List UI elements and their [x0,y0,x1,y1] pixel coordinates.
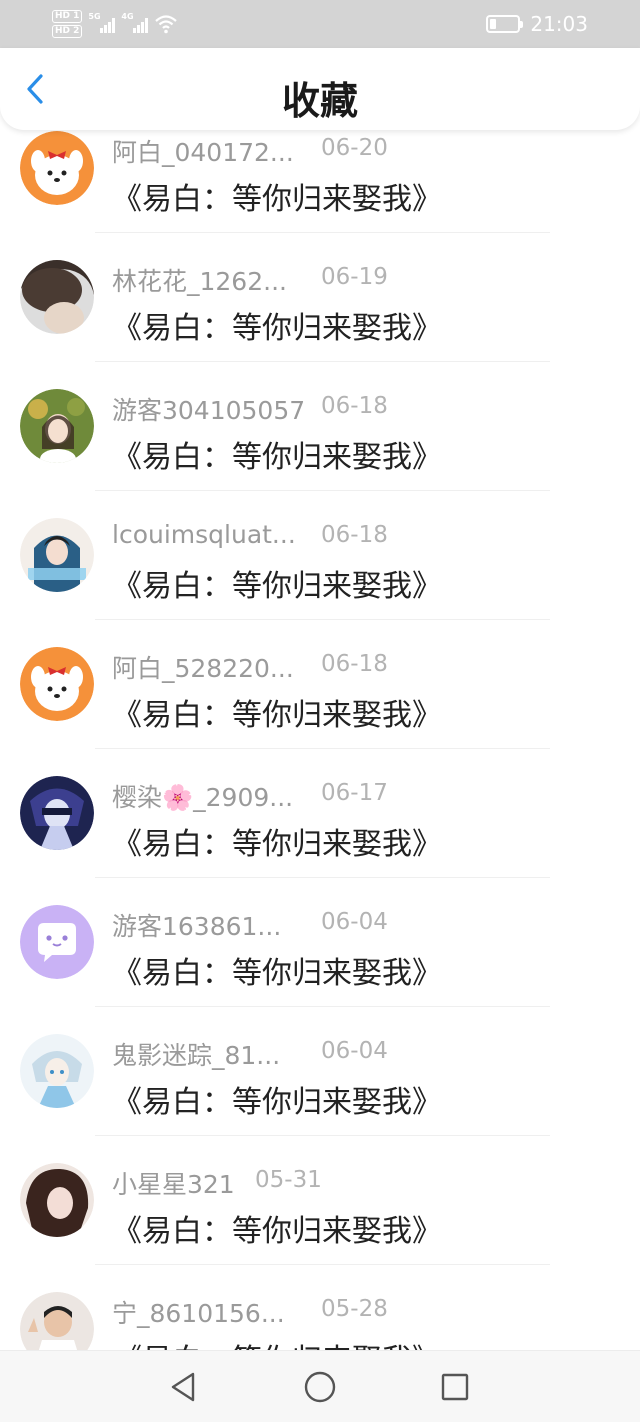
user-name: 游客304105057 [112,396,306,425]
photo-avatar-icon [20,1163,94,1237]
photo-avatar-icon [20,518,94,592]
avatar [20,1034,94,1108]
list-item[interactable]: lcouimsqluat... 06-18 《易白：等你归来娶我》 [0,491,640,620]
photo-avatar-icon [20,1292,94,1350]
item-date: 05-31 [255,1167,322,1193]
user-name: 林花花_1262... [112,267,287,296]
list-item[interactable]: 樱染🌸_2909... 06-17 《易白：等你归来娶我》 [0,749,640,878]
dog-avatar-icon [20,131,94,205]
book-title: 《易白：等你归来娶我》 [112,182,442,217]
avatar [20,260,94,334]
user-name: 阿白_528220... [112,654,294,683]
sim1-hd-badge: HD 1 [52,10,83,23]
book-title: 《易白：等你归来娶我》 [112,440,442,475]
app-header: 收藏 [0,48,640,130]
item-date: 06-19 [321,264,388,290]
user-name: 游客163861... [112,912,282,941]
list-item[interactable]: 阿白_040172... 06-20 《易白：等你归来娶我》 [0,130,640,233]
book-title: 《易白：等你归来娶我》 [112,1085,442,1120]
item-date: 06-04 [321,1038,388,1064]
item-date: 06-18 [321,522,388,548]
avatar [20,1292,94,1350]
book-title: 《易白：等你归来娶我》 [112,1214,442,1249]
nav-back-button[interactable] [165,1369,201,1405]
battery-icon [486,15,524,33]
nav-home-button[interactable] [302,1369,338,1405]
network-indicators: HD 1 HD 2 5G 4G [52,6,178,42]
item-date: 06-20 [321,135,388,161]
wifi-icon [155,15,178,34]
book-title: 《易白：等你归来娶我》 [112,311,442,346]
list-item[interactable]: 游客163861... 06-04 《易白：等你归来娶我》 [0,878,640,1007]
photo-avatar-icon [20,260,94,334]
item-date: 05-28 [321,1296,388,1322]
avatar [20,776,94,850]
user-name: 宁_8610156... [112,1299,285,1328]
photo-avatar-icon [20,389,94,463]
user-name: 鬼影迷踪_81... [112,1041,281,1070]
list-item[interactable]: 鬼影迷踪_81... 06-04 《易白：等你归来娶我》 [0,1007,640,1136]
book-title: 《易白：等你归来娶我》 [112,956,442,991]
avatar [20,1163,94,1237]
book-title: 《易白：等你归来娶我》 [112,569,442,604]
chat-bubble-avatar-icon [20,905,94,979]
avatar [20,518,94,592]
user-name: 樱染🌸_2909... [112,783,294,812]
triangle-back-icon [171,1372,195,1402]
list-item[interactable]: 小星星321 05-31 《易白：等你归来娶我》 [0,1136,640,1265]
user-name: 小星星321 [112,1170,235,1199]
nav-recent-button[interactable] [437,1369,473,1405]
dog-avatar-icon [20,647,94,721]
avatar [20,389,94,463]
avatar [20,905,94,979]
list-item[interactable]: 游客304105057 06-18 《易白：等你归来娶我》 [0,362,640,491]
avatar [20,131,94,205]
clock: 21:03 [530,12,588,36]
sim2-hd-badge: HD 2 [52,25,83,38]
circle-home-icon [304,1371,336,1403]
list-item[interactable]: 阿白_528220... 06-18 《易白：等你归来娶我》 [0,620,640,749]
list-item[interactable]: 宁_8610156... 05-28 《易白：等你归来娶我》 [0,1265,640,1350]
signal-4g-icon: 4G [121,12,149,33]
list-item[interactable]: 林花花_1262... 06-19 《易白：等你归来娶我》 [0,233,640,362]
square-recent-icon [441,1373,469,1401]
signal-5g-icon: 5G [88,12,116,33]
system-nav-bar [0,1350,640,1422]
favorites-list: 阿白_040172... 06-20 《易白：等你归来娶我》 林花花_1262.… [0,130,640,1350]
book-title: 《易白：等你归来娶我》 [112,1335,442,1350]
status-bar: HD 1 HD 2 5G 4G 21:03 [0,0,640,48]
page-title: 收藏 [281,79,358,123]
item-date: 06-18 [321,651,388,677]
avatar [20,647,94,721]
item-date: 06-17 [321,780,388,806]
book-title: 《易白：等你归来娶我》 [112,698,442,733]
book-title: 《易白：等你归来娶我》 [112,827,442,862]
item-date: 06-04 [321,909,388,935]
anime-avatar-icon [20,776,94,850]
anime-avatar-icon [20,1034,94,1108]
user-name: lcouimsqluat... [112,520,296,549]
user-name: 阿白_040172... [112,138,294,167]
item-date: 06-18 [321,393,388,419]
